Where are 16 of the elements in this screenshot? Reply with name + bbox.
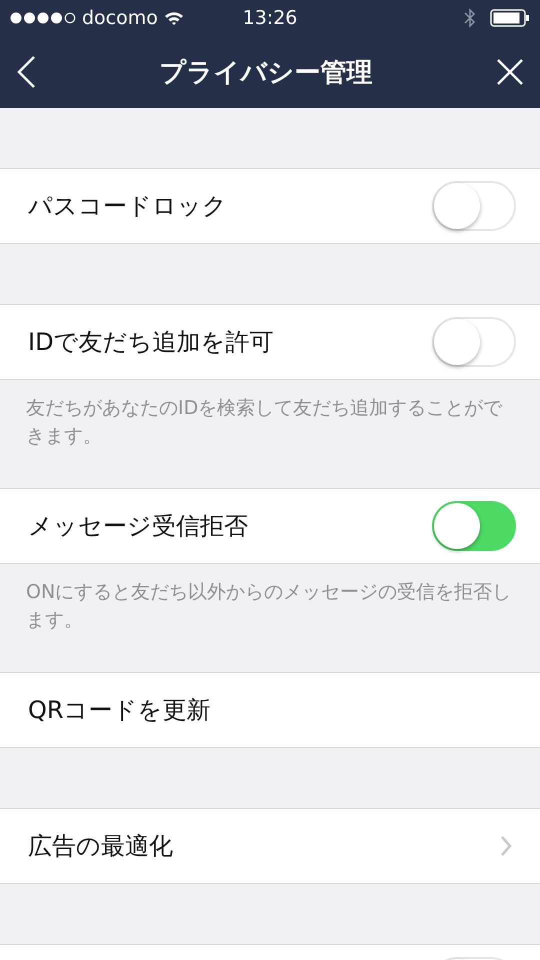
bluetooth-icon: [464, 8, 476, 28]
battery-icon: [490, 9, 530, 27]
chevron-icon[interactable]: [500, 835, 512, 857]
wifi-icon: [164, 10, 184, 26]
setting-description: ONにすると友だち以外からのメッセージの受信を拒否します。: [25, 580, 512, 633]
signal-icon: [10, 12, 76, 24]
setting-label: パスコードロック: [28, 191, 227, 222]
setting-label: メッセージ受信拒否: [28, 511, 248, 542]
setting-label: 広告の最適化: [28, 831, 173, 862]
status-time: 13:26: [242, 7, 298, 29]
setting-label: IDで友だち追加を許可: [28, 327, 274, 358]
carrier-name: docomo: [82, 7, 158, 29]
toggle-switch[interactable]: [432, 501, 516, 551]
screen-title: プライバシー管理: [160, 56, 372, 90]
setting-label: QRコードを更新: [28, 695, 211, 726]
setting-description: 友だちがあなたのIDを検索して友だち追加することができます。: [25, 396, 504, 449]
